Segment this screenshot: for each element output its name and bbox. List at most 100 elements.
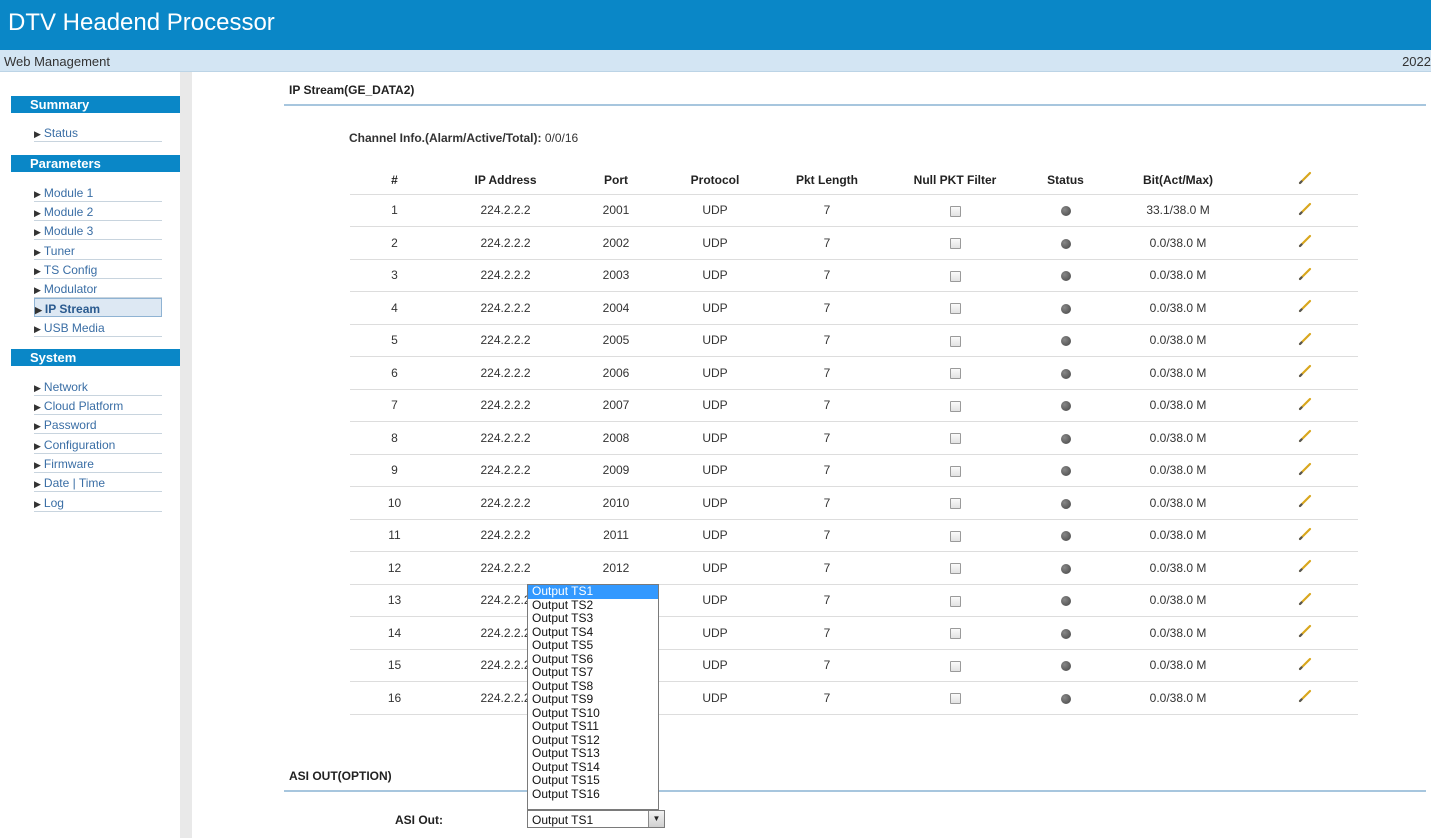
cell-pkt-length: 7 [770, 584, 884, 617]
asi-out-select[interactable]: Output TS1 ▼ [527, 810, 665, 828]
dropdown-option[interactable]: Output TS2 [528, 598, 658, 613]
null-pkt-filter-checkbox[interactable] [949, 368, 961, 380]
cell-ip: 224.2.2.2 [439, 259, 572, 292]
pencil-icon[interactable] [1298, 462, 1312, 479]
sidebar-item-network[interactable]: ▶ Network [34, 377, 162, 396]
pencil-icon[interactable] [1298, 332, 1312, 349]
pencil-icon[interactable] [1298, 624, 1312, 641]
null-pkt-filter-checkbox[interactable] [949, 628, 961, 640]
null-pkt-filter-checkbox[interactable] [949, 400, 961, 412]
asi-out-dropdown-list[interactable]: Output TS1 Output TS2 Output TS3 Output TS4… [527, 584, 659, 810]
null-pkt-filter-checkbox[interactable] [949, 303, 961, 315]
dropdown-option[interactable]: Output TS11 [528, 719, 658, 734]
null-pkt-filter-checkbox[interactable] [949, 270, 961, 282]
dropdown-option[interactable]: Output TS10 [528, 706, 658, 721]
dropdown-option[interactable]: Output TS15 [528, 773, 658, 788]
dropdown-option[interactable]: Output TS8 [528, 679, 658, 694]
null-pkt-filter-checkbox[interactable] [949, 595, 961, 607]
pencil-icon[interactable] [1298, 429, 1312, 446]
pencil-icon[interactable] [1298, 364, 1312, 381]
sidebar-item-configuration[interactable]: ▶ Configuration [34, 435, 162, 454]
pencil-icon[interactable] [1298, 397, 1312, 414]
dropdown-option[interactable]: Output TS13 [528, 746, 658, 761]
dropdown-option[interactable]: Output TS4 [528, 625, 658, 640]
sidebar-item-status[interactable]: ▶ Status [34, 123, 162, 142]
dropdown-option[interactable]: Output TS5 [528, 638, 658, 653]
null-pkt-filter-checkbox[interactable] [949, 433, 961, 445]
cell-status [1026, 454, 1105, 487]
null-pkt-filter-checkbox[interactable] [949, 238, 961, 250]
sidebar-item-ts-config[interactable]: ▶ TS Config [34, 260, 162, 279]
cell-status [1026, 259, 1105, 292]
sidebar-item-log[interactable]: ▶ Log [34, 493, 162, 512]
cell-protocol: UDP [660, 649, 770, 682]
pencil-icon[interactable] [1298, 171, 1312, 188]
null-pkt-filter-checkbox[interactable] [949, 498, 961, 510]
cell-protocol: UDP [660, 356, 770, 390]
sidebar-item-tuner[interactable]: ▶ Tuner [34, 241, 162, 260]
dropdown-option[interactable]: Output TS7 [528, 665, 658, 680]
pencil-icon[interactable] [1298, 527, 1312, 544]
chevron-down-icon[interactable]: ▼ [648, 811, 664, 827]
null-pkt-filter-checkbox[interactable] [949, 335, 961, 347]
dropdown-option[interactable]: Output TS9 [528, 692, 658, 707]
table-row: 9 224.2.2.2 2009 UDP 7 0.0/38.0 M [350, 454, 1358, 487]
null-pkt-filter-checkbox[interactable] [949, 693, 961, 705]
col-header-num: # [350, 166, 439, 195]
cell-edit [1251, 551, 1358, 585]
cell-protocol: UDP [660, 421, 770, 455]
dropdown-option[interactable]: Output TS14 [528, 760, 658, 775]
pencil-icon[interactable] [1298, 202, 1312, 219]
pencil-icon[interactable] [1298, 494, 1312, 511]
pencil-icon[interactable] [1298, 299, 1312, 316]
pencil-icon[interactable] [1298, 234, 1312, 251]
pencil-icon[interactable] [1298, 689, 1312, 706]
ip-stream-table: # IP Address Port Protocol Pkt Length Nu… [350, 166, 1358, 715]
null-pkt-filter-checkbox[interactable] [949, 563, 961, 575]
cell-port: 2008 [572, 421, 660, 455]
cell-protocol: UDP [660, 616, 770, 650]
dropdown-option[interactable]: Output TS12 [528, 733, 658, 748]
sidebar-item-module-3[interactable]: ▶ Module 3 [34, 221, 162, 240]
col-header-edit[interactable] [1251, 166, 1358, 195]
table-row: 6 224.2.2.2 2006 UDP 7 0.0/38.0 M [350, 356, 1358, 390]
channel-info-label: Channel Info.(Alarm/Active/Total): [349, 131, 542, 145]
sidebar-item-modulator[interactable]: ▶ Modulator [34, 279, 162, 298]
cell-num: 14 [350, 616, 439, 650]
cell-port: 2005 [572, 324, 660, 357]
dropdown-option[interactable]: Output TS16 [528, 787, 658, 802]
null-pkt-filter-checkbox[interactable] [949, 660, 961, 672]
pencil-icon[interactable] [1298, 657, 1312, 674]
year-label: 2022 [1402, 54, 1431, 69]
sidebar-item-module-2[interactable]: ▶ Module 2 [34, 202, 162, 221]
pencil-icon[interactable] [1298, 592, 1312, 609]
sidebar-item-module-1[interactable]: ▶ Module 1 [34, 183, 162, 202]
cell-num: 6 [350, 356, 439, 390]
null-pkt-filter-checkbox[interactable] [949, 530, 961, 542]
sidebar-item-label: Password [43, 418, 97, 432]
sidebar-item-usb-media[interactable]: ▶ USB Media [34, 318, 162, 337]
pencil-icon[interactable] [1298, 267, 1312, 284]
sidebar-item-ip-stream[interactable]: ▶ IP Stream [34, 298, 162, 317]
triangle-right-icon: ▶ [34, 460, 41, 470]
sidebar-item-date-time[interactable]: ▶ Date | Time [34, 473, 162, 492]
cell-edit [1251, 324, 1358, 357]
dropdown-option[interactable]: Output TS3 [528, 611, 658, 626]
sidebar-item-cloud-platform[interactable]: ▶ Cloud Platform [34, 396, 162, 415]
cell-num: 13 [350, 584, 439, 617]
dropdown-option[interactable]: Output TS6 [528, 652, 658, 667]
null-pkt-filter-checkbox[interactable] [949, 205, 961, 217]
null-pkt-filter-checkbox[interactable] [949, 465, 961, 477]
sidebar-item-password[interactable]: ▶ Password [34, 415, 162, 434]
status-dot-icon [1060, 531, 1071, 542]
cell-bitrate: 0.0/38.0 M [1105, 259, 1251, 292]
cell-protocol: UDP [660, 551, 770, 585]
cell-status [1026, 486, 1105, 520]
sidebar-item-firmware[interactable]: ▶ Firmware [34, 454, 162, 473]
cell-null-pkt-filter [884, 616, 1026, 650]
cell-null-pkt-filter [884, 649, 1026, 682]
cell-status [1026, 324, 1105, 357]
pencil-icon[interactable] [1298, 559, 1312, 576]
dropdown-option[interactable]: Output TS1 [528, 584, 658, 599]
triangle-right-icon: ▶ [34, 189, 41, 199]
